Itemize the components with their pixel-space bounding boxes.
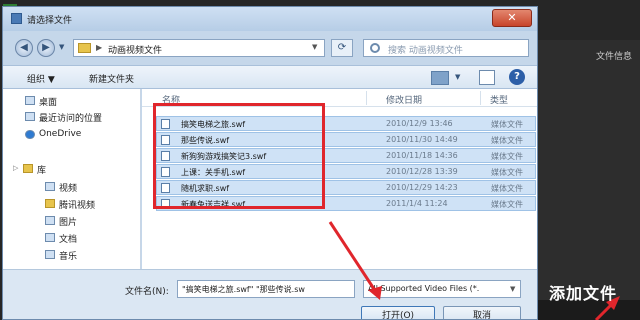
column-header-date[interactable]: 修改日期 (386, 93, 422, 106)
breadcrumb-separator-icon[interactable]: ▶ (96, 43, 102, 52)
file-type-select[interactable]: All Supported Video Files (*. ▼ (363, 280, 521, 298)
document-library-icon (45, 233, 55, 242)
file-type: 媒体文件 (491, 184, 523, 193)
nav-item-onedrive[interactable]: OneDrive (25, 129, 82, 139)
nav-item-label: 最近访问的位置 (39, 114, 103, 124)
library-icon (23, 164, 33, 173)
file-info-label: 文件信息 (596, 52, 633, 62)
navigation-bar: ◀ ▶ ▼ ▶ 动画视频文件 ▼ ⟳ 搜索 动画视频文件 (3, 33, 537, 61)
file-type: 媒体文件 (491, 152, 523, 161)
filename-label: 文件名(N): (125, 287, 169, 297)
dialog-footer: 文件名(N): "搞笑电梯之旅.swf" "那些传说.sw All Suppor… (3, 269, 537, 319)
column-header-type[interactable]: 类型 (490, 93, 508, 106)
back-arrow-icon[interactable]: ◀ (15, 39, 33, 57)
nav-item-documents[interactable]: 文档 (45, 232, 78, 245)
filename-input[interactable]: "搞笑电梯之旅.swf" "那些传说.sw (177, 280, 355, 298)
filename-value: "搞笑电梯之旅.swf" "那些传说.sw (182, 285, 305, 294)
change-view-icon[interactable] (431, 71, 449, 85)
folder-icon (78, 43, 91, 53)
folder-icon (45, 199, 55, 208)
add-file-button[interactable]: 添加文件 (549, 280, 617, 304)
nav-item-pictures[interactable]: 图片 (45, 215, 78, 228)
cloud-icon (25, 130, 35, 139)
dialog-titlebar: 请选择文件 ✕ (3, 7, 537, 31)
nav-item-label: 文档 (59, 235, 78, 245)
nav-item-desktop[interactable]: 桌面 (25, 95, 58, 108)
file-type: 媒体文件 (491, 136, 523, 145)
refresh-icon[interactable]: ⟳ (331, 39, 353, 57)
file-date: 2010/11/30 14:49 (386, 135, 458, 144)
nav-item-music[interactable]: 音乐 (45, 249, 78, 262)
annotation-highlight-box (153, 103, 325, 209)
video-library-icon (45, 182, 55, 191)
file-type: 媒体文件 (491, 168, 523, 177)
nav-item-label: 音乐 (59, 252, 78, 262)
file-date: 2011/1/4 11:24 (386, 199, 448, 208)
column-divider[interactable] (366, 91, 367, 105)
help-icon[interactable]: ? (509, 69, 525, 85)
close-button[interactable]: ✕ (492, 9, 532, 27)
cancel-button[interactable]: 取消 (443, 306, 521, 319)
nav-item-tencent-video[interactable]: 腾讯视频 (45, 198, 96, 211)
file-type-value: All Supported Video Files (*. (368, 284, 480, 293)
address-bar[interactable]: ▶ 动画视频文件 ▼ (73, 39, 325, 57)
nav-group-libraries[interactable]: ▷ 库 (13, 163, 47, 176)
music-library-icon (45, 250, 55, 259)
desktop-icon (25, 96, 35, 105)
dialog-title: 请选择文件 (27, 16, 73, 26)
nav-item-label: 桌面 (39, 98, 58, 108)
column-divider[interactable] (480, 91, 481, 105)
nav-item-label: 库 (37, 166, 47, 176)
file-date: 2010/11/18 14:36 (386, 151, 458, 160)
nav-item-label: 图片 (59, 218, 78, 228)
organize-button[interactable]: 组织 ▼ (27, 72, 55, 85)
address-dropdown-icon[interactable]: ▼ (312, 43, 317, 51)
picture-library-icon (45, 216, 55, 225)
nav-item-label: 腾讯视频 (59, 201, 96, 211)
file-date: 2010/12/28 13:39 (386, 167, 458, 176)
file-type: 媒体文件 (491, 120, 523, 129)
view-dropdown-icon[interactable]: ▼ (455, 73, 460, 81)
nav-item-label: 视频 (59, 184, 78, 194)
open-button[interactable]: 打开(O) (361, 306, 435, 319)
search-placeholder: 搜索 动画视频文件 (388, 46, 463, 56)
nav-item-videos[interactable]: 视频 (45, 181, 78, 194)
new-folder-button[interactable]: 新建文件夹 (89, 72, 134, 85)
history-dropdown-icon[interactable]: ▼ (59, 43, 64, 51)
preview-pane-icon[interactable] (479, 70, 495, 85)
file-date: 2010/12/9 13:46 (386, 119, 453, 128)
chevron-down-icon[interactable]: ▼ (510, 285, 515, 293)
file-type: 媒体文件 (491, 200, 523, 209)
file-date: 2010/12/29 14:23 (386, 183, 458, 192)
app-icon (11, 13, 22, 24)
search-input[interactable]: 搜索 动画视频文件 (363, 39, 529, 57)
file-info-panel (538, 40, 640, 320)
nav-item-recent[interactable]: 最近访问的位置 (25, 111, 103, 124)
recent-places-icon (25, 112, 35, 121)
expand-caret-icon[interactable]: ▷ (13, 164, 18, 172)
search-icon (370, 43, 380, 53)
breadcrumb-current-folder[interactable]: 动画视频文件 (108, 43, 162, 56)
forward-arrow-icon[interactable]: ▶ (37, 39, 55, 57)
navigation-pane: 桌面 最近访问的位置 OneDrive ▷ 库 视频 腾讯视频 图片 文档 音乐 (3, 89, 141, 269)
nav-item-label: OneDrive (39, 129, 82, 139)
command-bar: 组织 ▼ 新建文件夹 ▼ ? (3, 65, 537, 89)
